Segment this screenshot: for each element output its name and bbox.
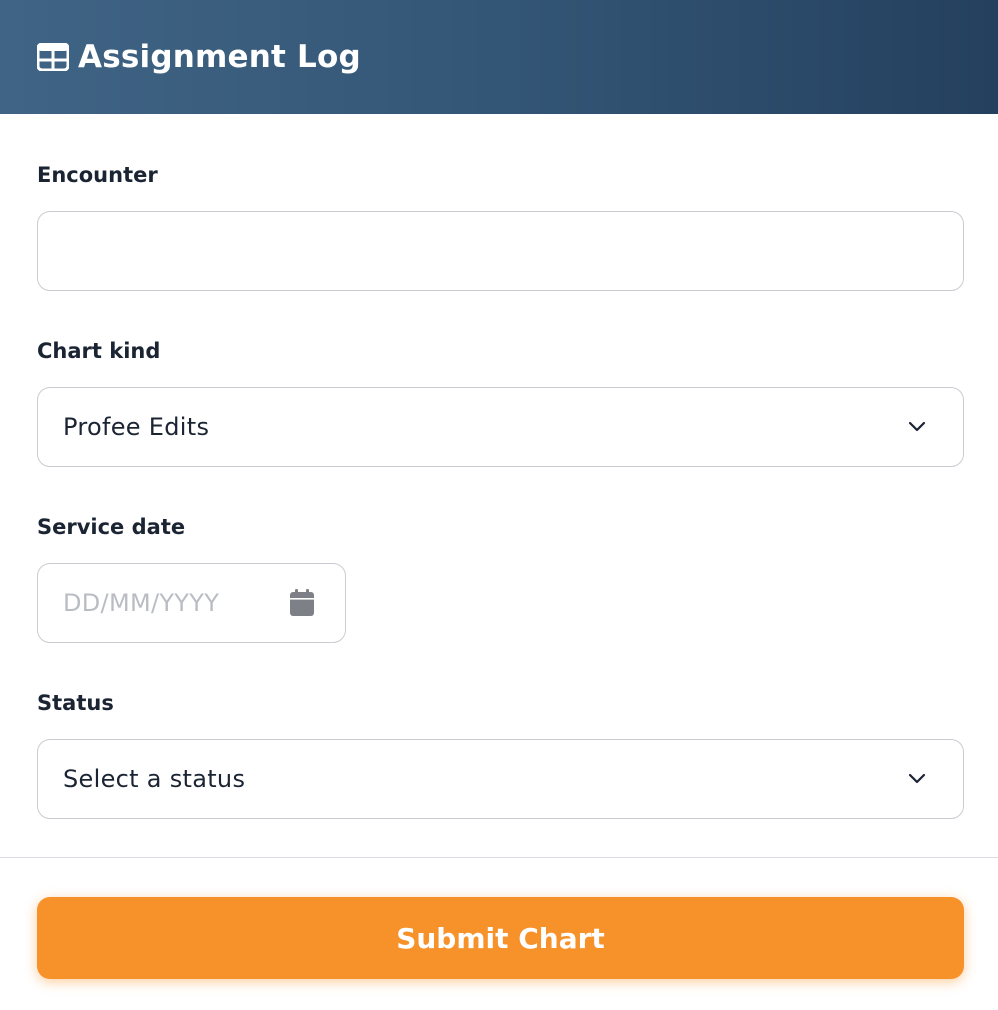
- page-header: Assignment Log: [0, 0, 998, 114]
- service-date-label: Service date: [37, 515, 186, 539]
- chevron-down-icon[interactable]: [908, 421, 926, 433]
- encounter-label: Encounter: [37, 163, 158, 187]
- status-selected-value: Select a status: [63, 765, 246, 793]
- service-date-input[interactable]: DD/MM/YYYY: [37, 563, 346, 643]
- chart-kind-select[interactable]: Profee Edits: [37, 387, 964, 467]
- footer-divider: [0, 857, 998, 858]
- service-date-placeholder[interactable]: DD/MM/YYYY: [38, 589, 289, 617]
- encounter-input[interactable]: [37, 211, 964, 291]
- chart-kind-selected-value: Profee Edits: [63, 413, 210, 441]
- submit-chart-button[interactable]: Submit Chart: [37, 897, 964, 979]
- table-icon: [37, 43, 69, 71]
- status-select[interactable]: Select a status: [37, 739, 964, 819]
- status-label: Status: [37, 691, 114, 715]
- page-title: Assignment Log: [78, 39, 361, 75]
- chevron-down-icon[interactable]: [908, 773, 926, 785]
- calendar-icon[interactable]: [289, 589, 315, 617]
- chart-kind-label: Chart kind: [37, 339, 161, 363]
